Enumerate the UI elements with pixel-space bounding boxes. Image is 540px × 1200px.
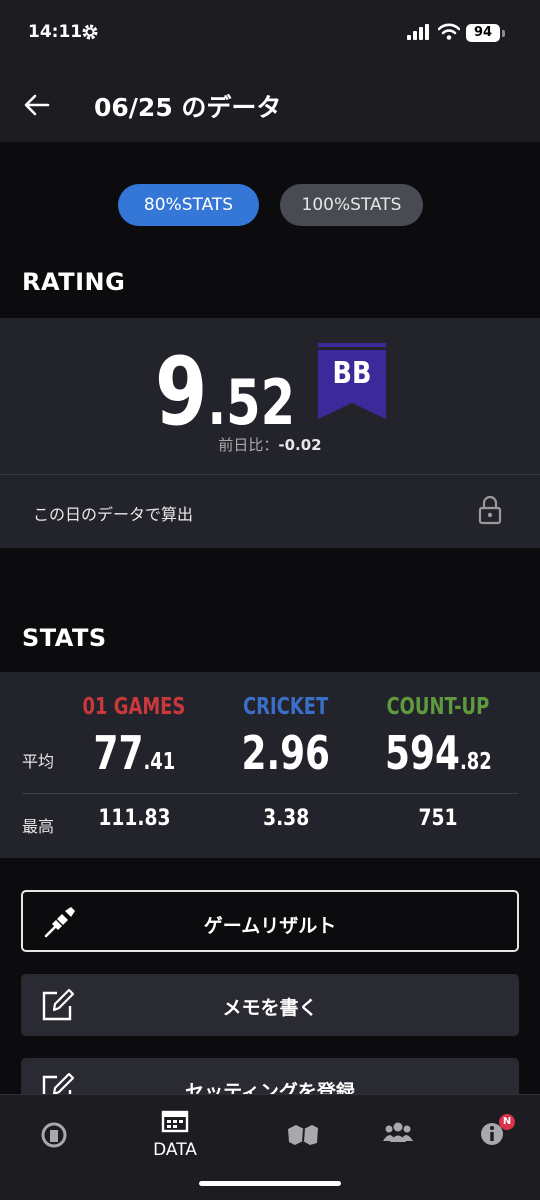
arrow-left-icon [24,94,50,116]
calc-from-day-label: この日のデータで算出 [33,505,194,524]
prev-day-value: -0.02 [278,436,322,454]
battery-indicator: 94 [466,24,500,42]
calc-from-day-row[interactable]: この日のデータで算出 [0,475,540,548]
lock-icon[interactable] [478,495,502,525]
stats-header-cricket: CRICKET [243,694,329,720]
stats-panel: 01 GAMES CRICKET COUNT-UP 平均 77.41 2.96 … [0,672,540,858]
status-time: 14:11 [28,22,83,42]
cellular-signal-icon [407,24,429,40]
users-icon [383,1122,413,1142]
tab-home[interactable] [0,1095,108,1175]
back-button[interactable] [22,90,52,120]
rank-label: BB [332,356,372,391]
stats-100-toggle[interactable]: 100%STATS [280,184,423,226]
game-result-label: ゲームリザルト [203,915,337,937]
max-01games: 111.83 [97,806,171,831]
rating-value-integer: 9 [155,338,208,447]
prev-day-label: 前日比： [218,436,279,454]
stats-header-01games: 01 GAMES [82,694,186,720]
wifi-icon [438,23,460,40]
gear-icon [82,24,98,40]
tab-data-label: DATA [153,1140,197,1160]
status-bar: 14:11 94 [0,0,540,68]
rating-section-title: RATING [22,268,126,296]
game-result-button[interactable]: ゲームリザルト [21,890,519,952]
prev-day-diff: 前日比：-0.02 [0,434,540,455]
max-countup: 751 [418,806,458,831]
notification-badge: N [499,1114,515,1130]
home-indicator[interactable] [199,1181,341,1186]
write-memo-label: メモを書く [222,997,318,1019]
tab-friends[interactable] [344,1095,452,1175]
tab-info[interactable] [438,1095,540,1175]
avg-01games: 77.41 [93,726,175,780]
tab-map[interactable] [249,1095,357,1175]
avg-cricket: 2.96 [241,726,331,780]
stats-80-toggle[interactable]: 80%STATS [118,184,259,226]
tab-data[interactable]: DATA [121,1095,229,1175]
rating-panel: 9.52 BB 前日比：-0.02 この日のデータで算出 [0,318,540,548]
max-cricket: 3.38 [262,806,310,831]
map-icon [288,1125,318,1145]
divider [22,793,518,794]
stats-section-title: STATS [22,624,107,652]
rating-value-decimal: .52 [207,366,296,439]
write-memo-button[interactable]: メモを書く [21,974,519,1036]
avg-countup: 594.82 [384,726,492,780]
rating-value: 9.52 [155,338,295,447]
stats-header-countup: COUNT-UP [386,694,490,720]
battery-tip [502,30,505,37]
app-header: 06/25 のデータ [0,68,540,142]
page-title: 06/25 のデータ [94,93,282,122]
home-gauge-icon [41,1122,67,1148]
calendar-icon [161,1110,189,1133]
